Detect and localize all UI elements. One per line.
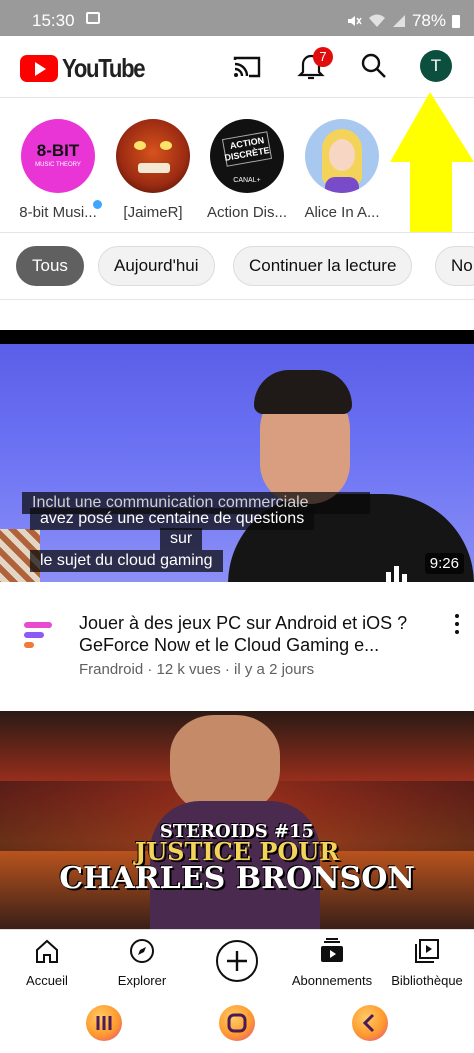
battery-icon	[452, 14, 460, 28]
channel-logo-subtext: MUSIC THEORY	[35, 162, 81, 168]
cast-button[interactable]	[230, 50, 264, 84]
recent-apps-icon	[96, 1016, 112, 1030]
wifi-icon	[368, 14, 385, 27]
caption-line: le sujet du cloud gaming	[30, 550, 223, 572]
avatar-detail	[160, 141, 172, 150]
nav-abonnements[interactable]: Abonnements	[288, 930, 376, 992]
mute-icon	[347, 16, 362, 26]
subscription-item[interactable]: ACTION DISCRÈTE CANAL+ Action Dis...	[203, 119, 291, 221]
new-content-dot	[91, 198, 104, 211]
account-avatar[interactable]: T	[420, 50, 452, 82]
chip-aujourdhui[interactable]: Aujourd'hui	[98, 246, 215, 286]
subscription-item[interactable]: Alice In A...	[298, 119, 386, 221]
system-navigation	[0, 991, 474, 1053]
channel-name: Action Dis...	[206, 204, 288, 221]
notifications-button[interactable]: 7	[296, 47, 333, 84]
subscription-item[interactable]: [JaimeR]	[109, 119, 197, 221]
back-button[interactable]	[352, 1005, 388, 1041]
channel-name: Alice In A...	[304, 204, 380, 221]
compass-icon	[130, 939, 154, 963]
back-icon	[362, 1013, 375, 1033]
nav-label: Accueil	[26, 973, 68, 988]
create-button[interactable]	[213, 930, 261, 992]
avatar-detail	[329, 139, 355, 171]
subscription-item[interactable]: 8-BIT MUSIC THEORY 8-bit Musi...	[14, 119, 104, 221]
signal-icon	[392, 15, 405, 27]
video-meta: Frandroid · 12 k vues · il y a 2 jours	[79, 661, 315, 678]
avatar-detail	[325, 177, 359, 193]
nav-label: Explorer	[117, 973, 167, 988]
status-right: 78%	[346, 11, 460, 31]
gallery-icon	[86, 12, 100, 24]
bottom-navigation: Accueil Explorer Abonnements Bibliothèqu…	[0, 929, 474, 991]
chip-continuer-la-lecture[interactable]: Continuer la lecture	[233, 246, 413, 286]
video-duration: 9:26	[424, 553, 464, 574]
channel-logo-brand: CANAL+	[233, 177, 261, 184]
video-info[interactable]: Jouer à des jeux PC sur Android et iOS ?…	[0, 600, 474, 710]
library-icon	[415, 939, 439, 963]
video-thumbnail[interactable]: Inclut une communication commerciale ave…	[0, 330, 474, 582]
status-time: 15:30	[32, 11, 75, 30]
avatar-detail	[134, 141, 146, 150]
youtube-play-icon	[20, 55, 58, 82]
caption-line: avez posé une centaine de questions	[30, 508, 315, 530]
filter-chips: Tous Aujourd'hui Continuer la lecture No	[0, 234, 474, 300]
video-thumbnail[interactable]: STEROIDS #15 JUSTICE POUR CHARLES BRONSO…	[0, 711, 474, 929]
home-button[interactable]	[219, 1005, 255, 1041]
cast-icon	[233, 56, 261, 78]
channel-name: 8-bit Musi...	[19, 204, 97, 221]
youtube-logo[interactable]: YouTube	[20, 53, 159, 84]
thumbnail-person-hair	[254, 370, 352, 414]
thumbnail-person-face	[170, 715, 280, 815]
bars-icon	[386, 566, 407, 582]
recent-apps-button[interactable]	[86, 1005, 122, 1041]
home-system-icon	[227, 1013, 247, 1033]
chip-tous[interactable]: Tous	[16, 246, 84, 286]
home-icon	[36, 939, 58, 963]
channel-avatar: 8-BIT MUSIC THEORY	[21, 119, 95, 193]
channel-logo-text: 8-BIT	[36, 141, 80, 160]
nav-bibliotheque[interactable]: Bibliothèque	[386, 930, 468, 992]
video-title[interactable]: Jouer à des jeux PC sur Android et iOS ?…	[79, 612, 434, 656]
thumbnail-text: CHARLES BRONSON	[59, 861, 415, 896]
nav-label: Bibliothèque	[391, 973, 463, 988]
annotation-arrow	[390, 92, 474, 232]
more-options-icon[interactable]	[452, 612, 462, 636]
chip-partial[interactable]: No	[435, 246, 474, 286]
notification-badge: 7	[313, 47, 333, 67]
app-name: YouTube	[62, 53, 146, 83]
channel-avatar	[305, 119, 379, 193]
battery-percent: 78%	[411, 11, 446, 30]
nav-accueil[interactable]: Accueil	[10, 930, 84, 992]
subscriptions-icon	[321, 938, 343, 962]
channel-avatar: ACTION DISCRÈTE CANAL+	[210, 119, 284, 193]
caption-line: sur	[160, 528, 203, 550]
channel-name: [JaimeR]	[123, 204, 183, 221]
thumbnail-image	[0, 344, 474, 582]
avatar-detail	[138, 163, 170, 173]
search-icon	[361, 53, 386, 78]
nav-explorer[interactable]: Explorer	[104, 930, 180, 992]
search-button[interactable]	[358, 50, 392, 84]
channel-avatar	[116, 119, 190, 193]
add-icon	[216, 940, 258, 982]
app-header: YouTube 7 T	[0, 36, 474, 98]
nav-label: Abonnements	[291, 973, 373, 988]
channel-avatar-frandroid[interactable]	[22, 620, 56, 654]
status-bar: 15:30 78%	[0, 0, 474, 36]
